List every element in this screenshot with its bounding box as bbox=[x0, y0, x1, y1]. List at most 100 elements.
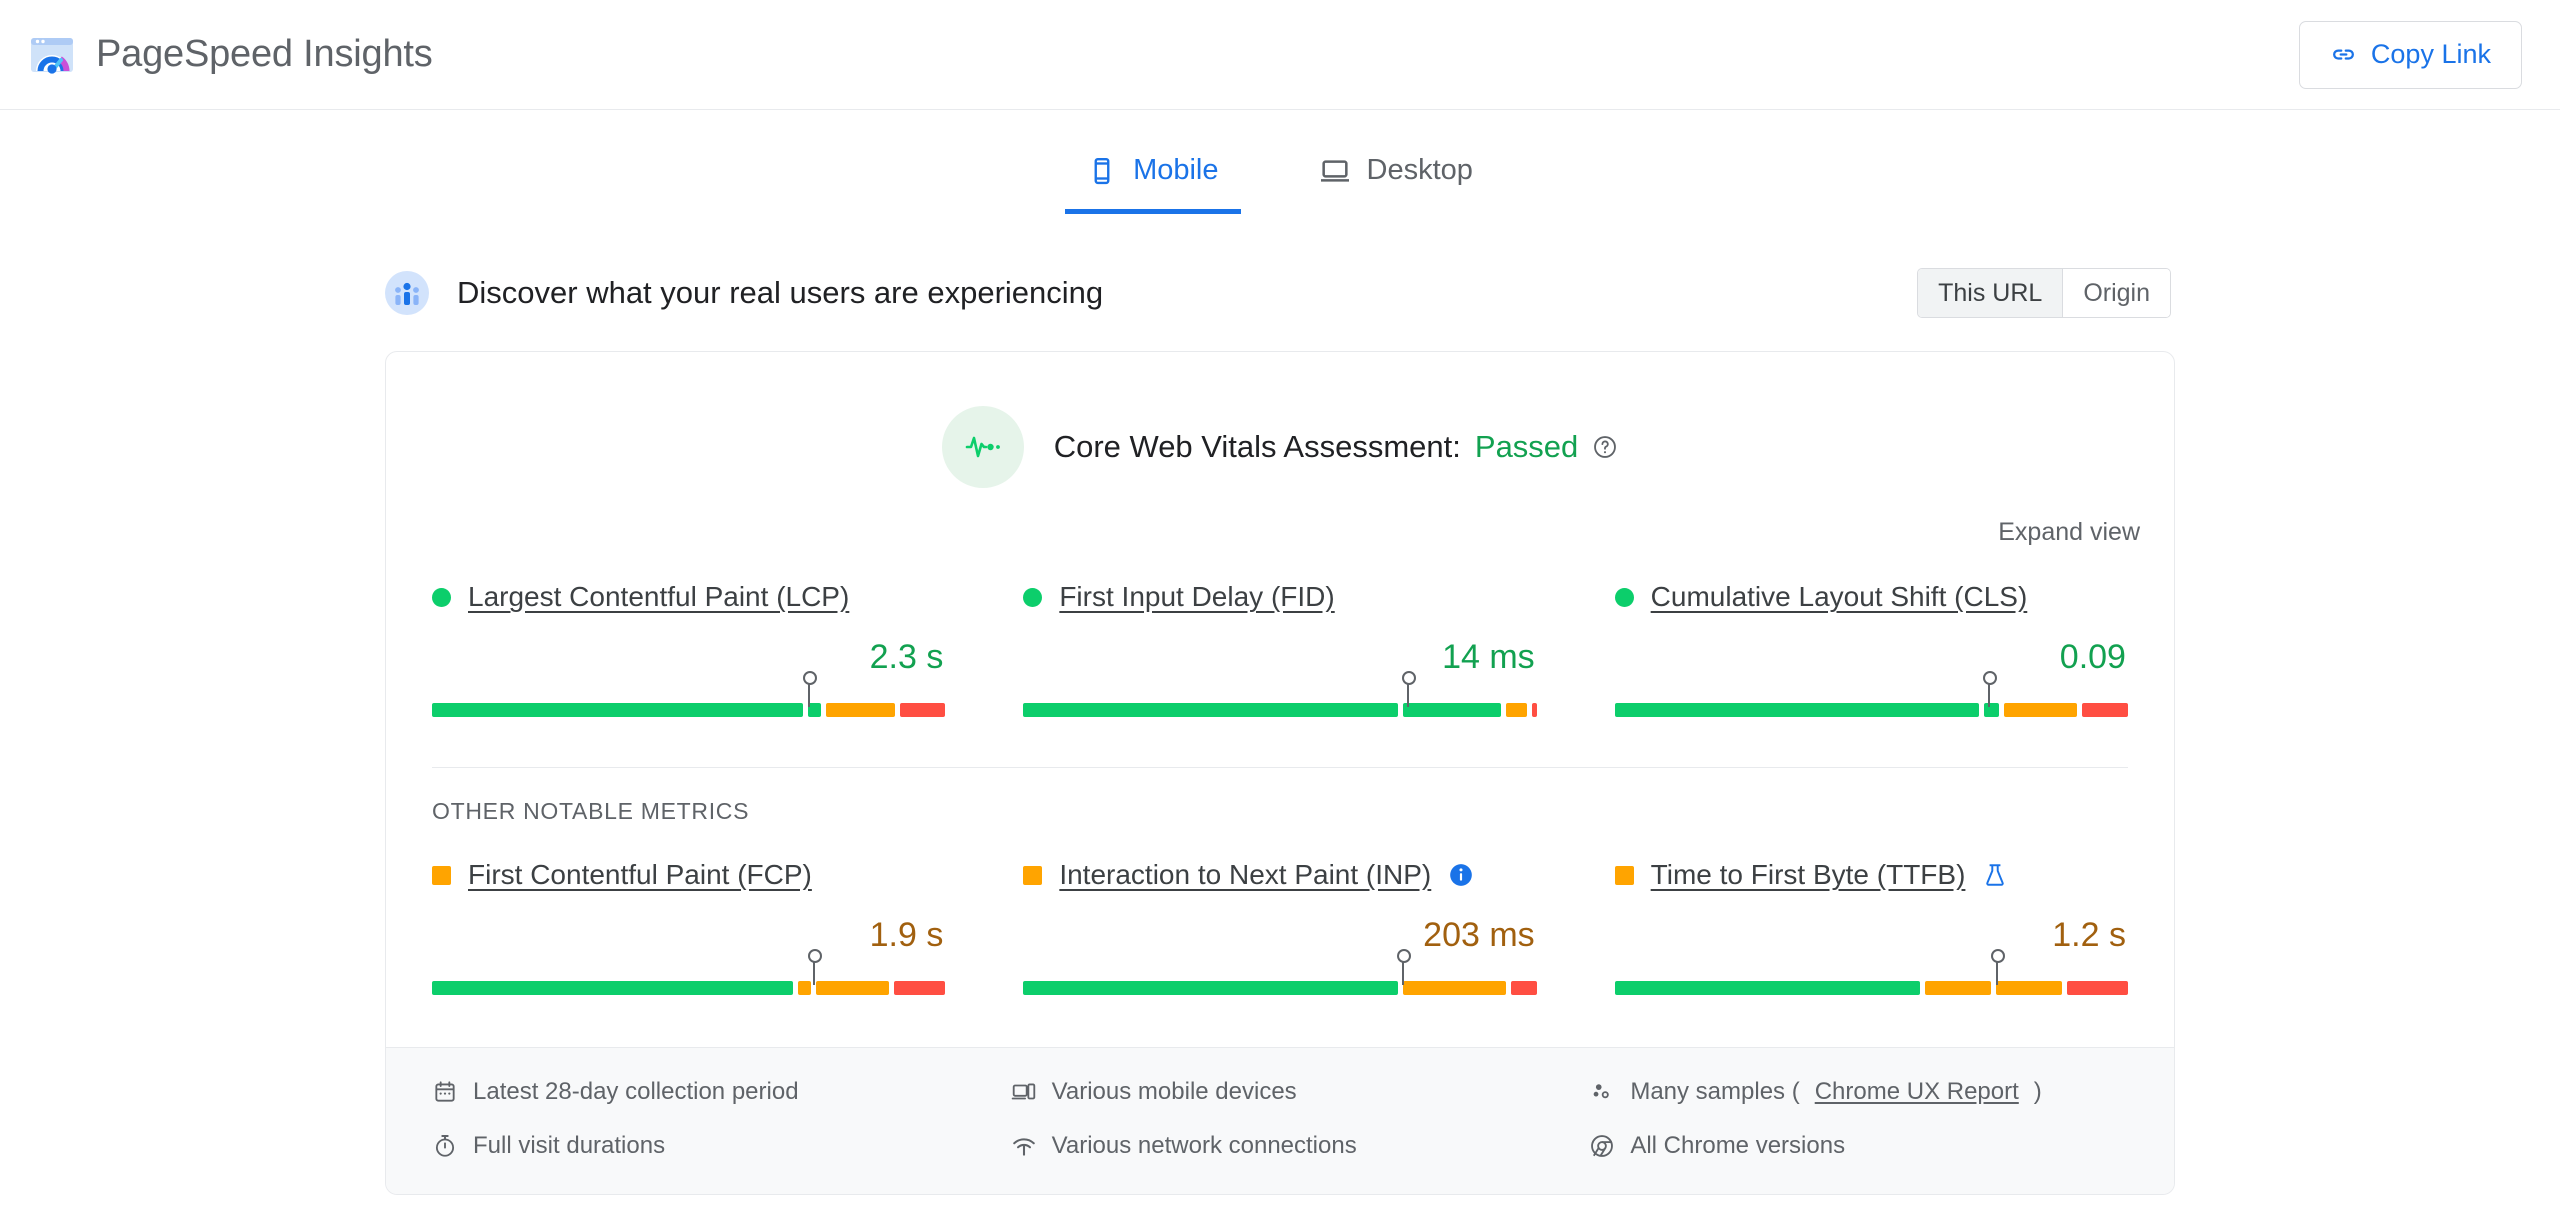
metric-title-row: Largest Contentful Paint (LCP) bbox=[432, 581, 945, 613]
metric-cwv: Cumulative Layout Shift (CLS) 0.09 bbox=[1614, 581, 2128, 725]
distribution-segment-avg bbox=[2004, 703, 2078, 717]
metric-value: 0.09 bbox=[2059, 638, 2126, 676]
distribution-segment-avg bbox=[1924, 981, 1991, 995]
metric-name-link[interactable]: Cumulative Layout Shift (CLS) bbox=[1651, 581, 2028, 613]
metric-distribution-bar bbox=[432, 949, 946, 995]
metric-value-pin-marker bbox=[1402, 671, 1417, 707]
distribution-segment-poor bbox=[1531, 703, 1537, 717]
cwv-assessment-label: Core Web Vitals Assessment: bbox=[1053, 429, 1461, 464]
metric-name-link[interactable]: First Input Delay (FID) bbox=[1059, 581, 1334, 613]
distribution-segment-poor bbox=[2082, 703, 2128, 717]
distribution-segment-avg bbox=[825, 703, 895, 717]
scope-origin-button[interactable]: Origin bbox=[2062, 269, 2170, 317]
distribution-segment-good bbox=[1402, 703, 1502, 717]
distribution-segment-poor bbox=[899, 703, 946, 717]
desktop-monitor-icon bbox=[1320, 159, 1349, 182]
footer-column-1: Latest 28-day collection period Full visi… bbox=[432, 1078, 971, 1160]
metric-cwv: First Input Delay (FID) 14 ms bbox=[1023, 581, 1537, 725]
metric-distribution-bar bbox=[1023, 949, 1537, 995]
metric-status-square-icon bbox=[432, 865, 451, 885]
footer-column-3: Many samples (Chrome UX Report) All Chrom… bbox=[1589, 1078, 2128, 1160]
core-web-vitals-card: Core Web Vitals Assessment: Passed Expan… bbox=[385, 351, 2175, 1195]
metric-distribution-bar bbox=[1614, 671, 2128, 717]
metric-value: 1.9 s bbox=[869, 916, 944, 954]
core-web-vitals-grid: Largest Contentful Paint (LCP) 2.3 s First… bbox=[386, 547, 2174, 725]
distribution-segment-avg bbox=[798, 981, 811, 995]
metric-name-link[interactable]: First Contentful Paint (FCP) bbox=[468, 859, 812, 891]
metric-distribution-bar bbox=[1614, 949, 2128, 995]
distribution-track bbox=[1023, 981, 1537, 995]
metric-status-dot-icon bbox=[1614, 587, 1634, 607]
metric-distribution-bar bbox=[1023, 671, 1537, 717]
expand-view-row: Expand view bbox=[386, 492, 2174, 547]
distribution-segment-good bbox=[1614, 703, 1979, 717]
metric-status-dot-icon bbox=[432, 587, 451, 607]
distribution-track bbox=[432, 703, 946, 717]
tab-mobile[interactable]: Mobile bbox=[1065, 148, 1241, 214]
metric-other: First Contentful Paint (FCP) 1.9 s bbox=[432, 859, 946, 1003]
pulse-heartbeat-icon bbox=[965, 436, 1000, 458]
footer-item-label: All Chrome versions bbox=[1630, 1132, 1846, 1159]
metric-value: 2.3 s bbox=[869, 638, 944, 676]
metric-name-link[interactable]: Time to First Byte (TTFB) bbox=[1651, 859, 1966, 891]
metric-status-dot-icon bbox=[1023, 587, 1043, 607]
distribution-segment-good bbox=[1023, 981, 1399, 995]
scope-toggle: This URL Origin bbox=[1917, 268, 2171, 318]
metric-title-row: Cumulative Layout Shift (CLS) bbox=[1614, 581, 2128, 613]
footer-item: Latest 28-day collection period bbox=[432, 1078, 971, 1106]
metric-title-row: Time to First Byte (TTFB) bbox=[1614, 859, 2128, 891]
help-circle-icon[interactable] bbox=[1592, 434, 1618, 460]
field-data-header: Discover what your real users are experi… bbox=[385, 268, 2175, 318]
distribution-segment-avg bbox=[1506, 703, 1527, 717]
footer-item-label: Various network connections bbox=[1051, 1132, 1357, 1159]
distribution-segment-poor bbox=[894, 981, 946, 995]
footer-item-label: Full visit durations bbox=[473, 1132, 666, 1159]
app-header: PageSpeed Insights Copy Link bbox=[0, 0, 2560, 110]
metric-value-pin-marker bbox=[808, 949, 823, 985]
metric-cwv: Largest Contentful Paint (LCP) 2.3 s bbox=[432, 581, 946, 725]
tab-mobile-label: Mobile bbox=[1133, 154, 1219, 186]
metric-status-square-icon bbox=[1614, 865, 1634, 885]
chrome-ux-report-link[interactable]: Chrome UX Report bbox=[1815, 1078, 2019, 1106]
footer-column-2: Various mobile devices Various network co… bbox=[1011, 1078, 1550, 1160]
cwv-assessment-text: Core Web Vitals Assessment: Passed bbox=[1054, 429, 1619, 465]
expand-view-button[interactable]: Expand view bbox=[1998, 518, 2140, 547]
brand: PageSpeed Insights bbox=[28, 31, 433, 79]
footer-item: Full visit durations bbox=[432, 1132, 971, 1160]
metric-value: 1.2 s bbox=[2052, 916, 2126, 954]
metric-title-row: Interaction to Next Paint (INP) bbox=[1023, 859, 1536, 891]
metric-other: Interaction to Next Paint (INP) 203 ms bbox=[1023, 859, 1537, 1003]
footer-item: Many samples (Chrome UX Report) bbox=[1589, 1078, 2128, 1106]
link-icon bbox=[2332, 49, 2354, 60]
stopwatch-icon bbox=[435, 1135, 455, 1157]
card-footer: Latest 28-day collection period Full visi… bbox=[386, 1047, 2174, 1194]
metric-distribution-bar bbox=[432, 671, 946, 717]
chrome-icon bbox=[1591, 1135, 1614, 1157]
scope-this-url-button[interactable]: This URL bbox=[1918, 269, 2063, 317]
pulse-badge bbox=[941, 406, 1024, 488]
experiment-flask-icon[interactable] bbox=[1982, 862, 2008, 888]
metric-value-pin-marker bbox=[1397, 949, 1412, 985]
metric-title-row: First Input Delay (FID) bbox=[1023, 581, 1536, 613]
scope-origin-label: Origin bbox=[2083, 278, 2150, 307]
metric-name-link[interactable]: Interaction to Next Paint (INP) bbox=[1059, 859, 1431, 891]
other-metrics-grid: First Contentful Paint (FCP) 1.9 s Interac… bbox=[386, 825, 2174, 1003]
tab-desktop[interactable]: Desktop bbox=[1297, 148, 1495, 214]
metric-value-pin-marker bbox=[1991, 949, 2006, 985]
tab-desktop-label: Desktop bbox=[1366, 154, 1473, 186]
distribution-track bbox=[1614, 981, 2128, 995]
app-title: PageSpeed Insights bbox=[96, 33, 433, 75]
distribution-track bbox=[1023, 703, 1537, 717]
info-icon[interactable] bbox=[1448, 862, 1474, 888]
calendar-icon bbox=[435, 1081, 455, 1102]
footer-item-label-after: ) bbox=[2033, 1078, 2042, 1105]
distribution-segment-good bbox=[1983, 703, 2000, 717]
metric-other: Time to First Byte (TTFB) 1.2 s bbox=[1614, 859, 2128, 1003]
copy-link-button[interactable]: Copy Link bbox=[2298, 20, 2522, 89]
network-signal-icon bbox=[1012, 1138, 1035, 1156]
distribution-track bbox=[1614, 703, 2128, 717]
distribution-segment-good bbox=[432, 703, 804, 717]
metric-name-link[interactable]: Largest Contentful Paint (LCP) bbox=[468, 581, 849, 613]
metric-value: 14 ms bbox=[1442, 638, 1535, 676]
footer-item: All Chrome versions bbox=[1589, 1132, 2128, 1160]
